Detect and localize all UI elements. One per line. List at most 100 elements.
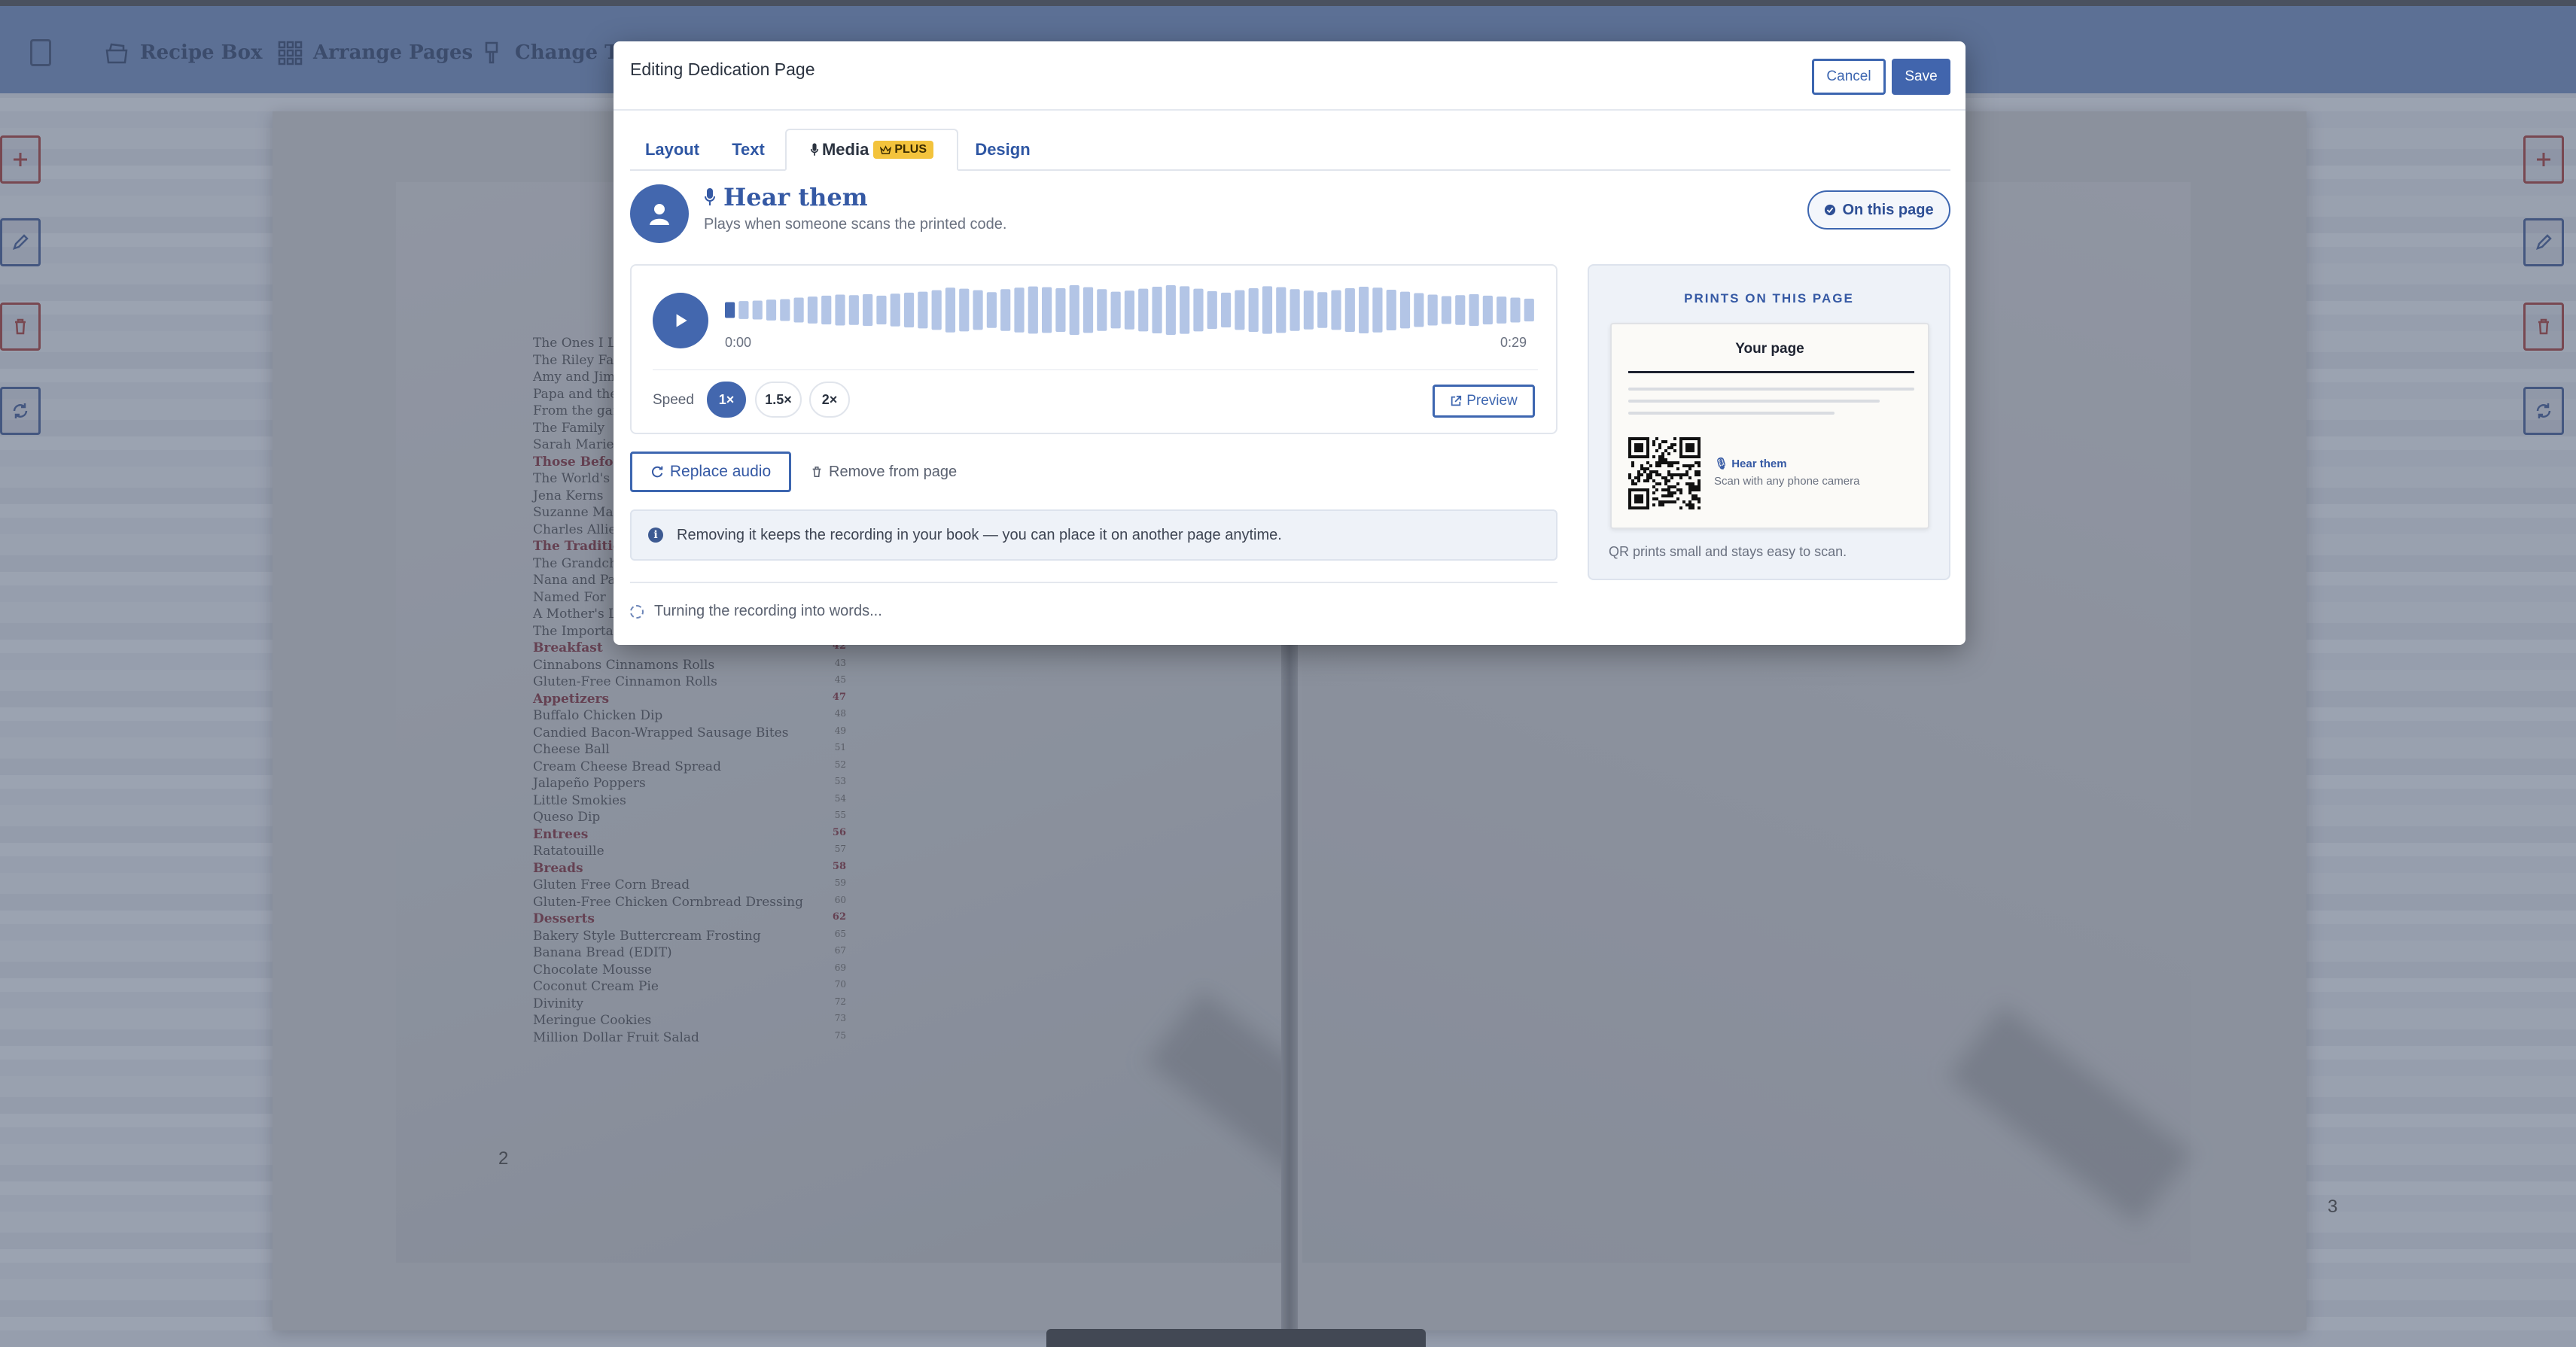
qr-module bbox=[1631, 461, 1634, 464]
qr-module bbox=[1640, 464, 1643, 467]
qr-module bbox=[1688, 500, 1691, 503]
preview-rule bbox=[1628, 371, 1914, 373]
waveform-bar bbox=[1069, 285, 1079, 335]
waveform-bar bbox=[1207, 290, 1217, 330]
qr-module bbox=[1646, 473, 1649, 476]
waveform-bar bbox=[848, 295, 859, 325]
waveform-bar bbox=[1386, 289, 1396, 331]
waveform-bar bbox=[752, 300, 763, 320]
printed-page-preview: Your page 🎙 Hear them Scan with any phon… bbox=[1610, 323, 1929, 529]
qr-module bbox=[1667, 461, 1670, 464]
qr-module bbox=[1646, 461, 1649, 464]
waveform-bar bbox=[1124, 290, 1135, 330]
qr-module bbox=[1670, 476, 1673, 479]
qr-module bbox=[1631, 464, 1634, 467]
play-button[interactable] bbox=[653, 293, 708, 348]
qr-module bbox=[1670, 461, 1673, 464]
tab-layout[interactable]: Layout bbox=[630, 129, 714, 171]
waveform-bar bbox=[1235, 290, 1245, 330]
media-title: Hear them bbox=[723, 183, 868, 211]
qr-module bbox=[1667, 464, 1670, 467]
prints-note: QR prints small and stays easy to scan. bbox=[1609, 544, 1847, 559]
qr-module bbox=[1637, 473, 1640, 476]
waveform-bar bbox=[1097, 289, 1107, 331]
qr-module bbox=[1652, 470, 1655, 473]
qr-module bbox=[1676, 473, 1679, 476]
waveform-bar bbox=[876, 295, 887, 325]
waveform-bar bbox=[1441, 296, 1452, 324]
waveform-bar bbox=[1180, 286, 1190, 334]
audio-waveform[interactable] bbox=[725, 285, 1538, 335]
save-button[interactable]: Save bbox=[1892, 59, 1950, 95]
qr-module bbox=[1676, 461, 1679, 464]
cancel-button[interactable]: Cancel bbox=[1812, 59, 1886, 95]
tab-media[interactable]: Media PLUS bbox=[785, 129, 958, 171]
qr-module bbox=[1685, 473, 1688, 476]
qr-module bbox=[1652, 485, 1655, 488]
qr-module bbox=[1667, 446, 1670, 449]
waveform-bar bbox=[1220, 292, 1232, 328]
qr-module bbox=[1655, 470, 1658, 473]
crown-icon bbox=[880, 144, 892, 154]
qr-module bbox=[1664, 458, 1667, 461]
qr-module bbox=[1652, 443, 1655, 446]
waveform-bar bbox=[1399, 291, 1411, 329]
qr-module bbox=[1661, 476, 1664, 479]
qr-module bbox=[1661, 500, 1664, 503]
waveform-bar bbox=[780, 299, 790, 321]
info-text: Removing it keeps the recording in your … bbox=[677, 526, 1282, 543]
person-icon bbox=[650, 204, 669, 225]
qr-module bbox=[1685, 443, 1694, 452]
qr-module bbox=[1667, 479, 1670, 482]
waveform-bar bbox=[1042, 287, 1052, 333]
qr-module bbox=[1667, 485, 1670, 488]
player-divider bbox=[653, 369, 1538, 370]
speed-2x-button[interactable]: 2× bbox=[809, 382, 850, 418]
qr-module bbox=[1698, 470, 1701, 473]
waveform-bar bbox=[903, 292, 915, 328]
qr-module bbox=[1673, 500, 1676, 503]
qr-module bbox=[1698, 506, 1701, 509]
remove-from-page-button[interactable]: Remove from page bbox=[811, 452, 957, 492]
qr-module bbox=[1655, 482, 1658, 485]
qr-module bbox=[1682, 464, 1685, 467]
speed-1-5x-button[interactable]: 1.5× bbox=[755, 382, 802, 418]
qr-module bbox=[1688, 464, 1691, 467]
audio-player: 0:00 0:29 Speed 1× 1.5× 2× Preview bbox=[630, 264, 1557, 434]
waveform-bar bbox=[1455, 295, 1466, 325]
qr-module bbox=[1664, 500, 1667, 503]
preview-page-title: Your page bbox=[1735, 341, 1804, 357]
qr-module bbox=[1664, 479, 1667, 482]
qr-module bbox=[1698, 497, 1701, 500]
waveform-bar bbox=[1276, 287, 1286, 333]
replace-audio-button[interactable]: Replace audio bbox=[630, 452, 791, 492]
qr-module bbox=[1658, 458, 1661, 461]
waveform-bar bbox=[738, 301, 749, 319]
waveform-bar bbox=[1317, 292, 1328, 328]
time-end: 0:29 bbox=[1500, 335, 1527, 350]
qr-module bbox=[1664, 449, 1667, 452]
qr-module bbox=[1667, 452, 1670, 455]
waveform-bar bbox=[725, 302, 735, 318]
qr-module bbox=[1658, 482, 1661, 485]
qr-label: 🎙 Hear them bbox=[1714, 457, 1787, 470]
qr-module bbox=[1673, 491, 1676, 494]
waveform-bar bbox=[973, 290, 983, 330]
qr-module bbox=[1691, 494, 1694, 497]
waveform-bar bbox=[1290, 289, 1300, 331]
qr-module bbox=[1658, 473, 1661, 476]
qr-module bbox=[1670, 491, 1673, 494]
qr-module bbox=[1652, 440, 1655, 443]
qr-module bbox=[1646, 476, 1649, 479]
qr-module bbox=[1679, 488, 1682, 491]
speed-1x-button[interactable]: 1× bbox=[707, 382, 746, 418]
preview-button[interactable]: Preview bbox=[1433, 385, 1535, 418]
modal-title: Editing Dedication Page bbox=[630, 59, 815, 79]
on-this-page-toggle[interactable]: On this page bbox=[1807, 190, 1950, 230]
qr-module bbox=[1667, 491, 1670, 494]
tab-design[interactable]: Design bbox=[961, 129, 1044, 171]
tab-text[interactable]: Text bbox=[714, 129, 782, 171]
waveform-bar bbox=[1152, 286, 1162, 334]
microphone-icon bbox=[810, 143, 819, 156]
qr-module bbox=[1655, 488, 1658, 491]
